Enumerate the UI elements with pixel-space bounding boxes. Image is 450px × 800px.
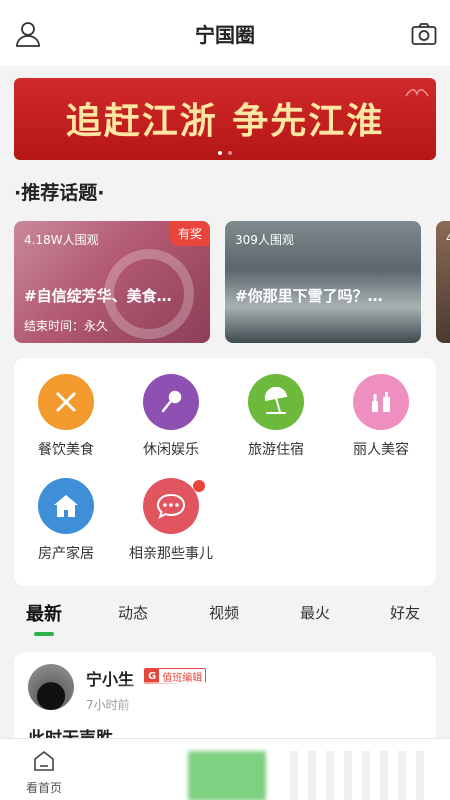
topic-name: #你那里下雪了吗？… xyxy=(235,287,383,305)
microphone-icon xyxy=(143,374,199,430)
nav-placeholder xyxy=(290,751,430,800)
category-label: 餐饮美食 xyxy=(38,442,94,458)
top-bar: 宁国圈 xyxy=(0,0,450,66)
fork-knife-icon xyxy=(38,374,94,430)
topic-views: 4 xyxy=(446,231,450,245)
category-label: 相亲那些事儿 xyxy=(129,546,213,562)
category-housing[interactable]: 房产家居 xyxy=(14,478,118,563)
category-travel[interactable]: 旅游住宿 xyxy=(224,374,328,459)
tab-video[interactable]: 视频 xyxy=(209,602,239,623)
beach-umbrella-icon xyxy=(248,374,304,430)
category-leisure[interactable]: 休闲娱乐 xyxy=(119,374,223,459)
category-label: 休闲娱乐 xyxy=(143,442,199,458)
avatar[interactable] xyxy=(28,664,74,710)
tab-latest[interactable]: 最新 xyxy=(26,600,62,626)
chat-bubble-icon xyxy=(143,478,199,534)
tab-hot[interactable]: 最火 xyxy=(300,602,330,623)
topic-name: #自信绽芳华、美食… xyxy=(24,287,172,305)
camera-icon[interactable] xyxy=(411,22,437,46)
topic-card[interactable]: 309人围观 #你那里下雪了吗？… xyxy=(225,221,421,343)
nav-home-label: 看首页 xyxy=(25,781,62,795)
nav-placeholder xyxy=(188,751,266,800)
role-badge-prefix: G xyxy=(145,669,160,683)
banner-slogan: 追赶江浙 争先江淮 xyxy=(65,100,385,142)
tab-friends[interactable]: 好友 xyxy=(390,602,420,623)
tab-activity[interactable]: 动态 xyxy=(118,602,148,623)
notification-dot xyxy=(193,480,205,492)
home-icon xyxy=(34,750,54,771)
active-tab-indicator xyxy=(34,632,54,636)
cosmetics-icon xyxy=(353,374,409,430)
nav-home[interactable]: 看首页 xyxy=(22,749,66,796)
feed-tabs: 最新 动态 视频 最火 好友 xyxy=(0,596,450,642)
user-icon[interactable] xyxy=(14,20,42,48)
category-beauty[interactable]: 丽人美容 xyxy=(329,374,433,459)
category-grid: 餐饮美食 休闲娱乐 旅游住宿 丽人美容 房产家居 相亲那些事儿 xyxy=(14,358,436,586)
page-title: 宁国圈 xyxy=(195,22,255,47)
bottom-nav: 看首页 xyxy=(0,738,450,800)
section-heading: ·推荐话题· xyxy=(14,182,105,204)
category-label: 丽人美容 xyxy=(353,442,409,458)
category-food[interactable]: 餐饮美食 xyxy=(14,374,118,459)
category-label: 旅游住宿 xyxy=(248,442,304,458)
house-icon xyxy=(38,478,94,534)
banner-pager xyxy=(14,151,436,155)
topic-card[interactable]: 4.18W人围观 有奖 #自信绽芳华、美食… 结束时间：永久 xyxy=(14,221,210,343)
category-dating[interactable]: 相亲那些事儿 xyxy=(119,478,223,563)
topic-end-time: 结束时间：永久 xyxy=(24,319,109,333)
topic-card[interactable]: 4 xyxy=(436,221,450,343)
topic-views: 4.18W人围观 xyxy=(24,233,99,247)
topic-views: 309人围观 xyxy=(235,233,294,247)
pager-dot xyxy=(228,151,232,155)
promo-banner[interactable]: 追赶江浙 争先江淮 xyxy=(14,78,436,160)
pager-dot xyxy=(218,151,222,155)
category-label: 房产家居 xyxy=(38,546,94,562)
prize-badge: 有奖 xyxy=(169,221,210,246)
